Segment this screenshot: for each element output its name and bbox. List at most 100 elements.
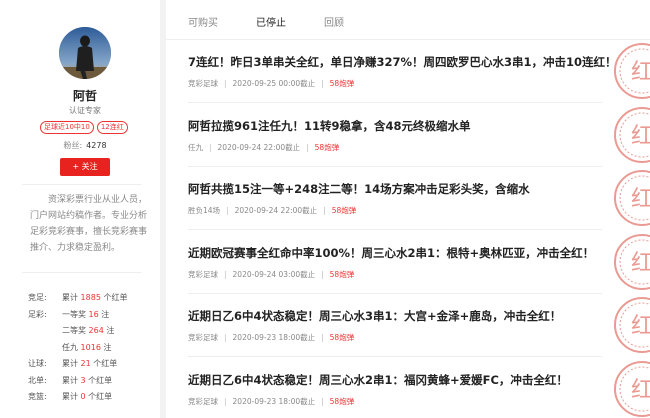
stat-value: 任九 1016 注 bbox=[62, 340, 111, 357]
article-meta: 竞彩足球 | 2020-09-24 03:00截止 | 58炮弹 bbox=[188, 269, 355, 279]
stat-label: 足彩: bbox=[28, 309, 47, 319]
tag-badge: 12连红 bbox=[96, 121, 128, 134]
stat-row: 北单: 累计 3 个红单 bbox=[28, 373, 158, 390]
tag-badge: 足球近10中10 bbox=[40, 121, 94, 134]
stat-prefix: 二等奖 bbox=[62, 326, 89, 335]
article-meta: 胜负14场 | 2020-09-24 22:00截止 | 58炮弹 bbox=[188, 206, 357, 215]
divider bbox=[22, 272, 142, 273]
article-item[interactable]: 近期欧冠赛事全红命中率100%！周三心水2串1：根特+奥林匹亚，冲击全红！ 竞彩足… bbox=[166, 231, 650, 294]
expert-stats: 竞足: 累计 1885 个红单 足彩: 一等奖 16 注二等奖 264 注任九 101… bbox=[28, 290, 158, 406]
article-deadline: 2020-09-25 00:00截止 bbox=[232, 79, 316, 88]
article-price: 58炮弹 bbox=[329, 333, 355, 342]
stat-value: 累计 1885 个红单 bbox=[62, 290, 127, 307]
expert-role: 认证专家 bbox=[69, 106, 101, 115]
article-item[interactable]: 近期日乙6中4状态稳定！周三心水2串1：福冈黄蜂+爱媛FC，冲击全红！ 竞彩足球 |… bbox=[166, 358, 650, 418]
stat-label: 竞足: bbox=[28, 293, 47, 302]
stat-prefix: 累计 bbox=[62, 293, 81, 302]
stat-prefix: 累计 bbox=[62, 392, 81, 401]
stat-value: 一等奖 16 注 bbox=[62, 307, 109, 324]
article-title[interactable]: 阿哲拉揽961注任九！11转9稳拿，含48元终极缩水单 bbox=[188, 118, 471, 134]
article-list-panel: 可购买 已停止 回顾 7连红！昨日3单串关全红，单日净赚327%！周四欧罗巴心水… bbox=[166, 0, 650, 418]
fans-value: 4278 bbox=[86, 141, 107, 150]
red-win-stamp-icon: 红 bbox=[612, 105, 650, 165]
article-price: 58炮弹 bbox=[329, 269, 355, 279]
article-category: 任九 bbox=[188, 142, 203, 152]
stat-row: 任九 1016 注 bbox=[28, 340, 158, 357]
article-price: 58炮弹 bbox=[314, 142, 340, 152]
stamp-text: 红 bbox=[631, 187, 650, 212]
stat-suffix: 注 bbox=[98, 309, 110, 319]
stat-suffix: 注 bbox=[100, 342, 112, 352]
article-category: 竞彩足球 bbox=[188, 269, 218, 279]
stat-suffix: 注 bbox=[103, 326, 115, 335]
red-win-stamp-icon: 红 bbox=[612, 168, 650, 228]
stamp-text: 红 bbox=[631, 124, 650, 149]
tab-review[interactable]: 回顾 bbox=[324, 14, 344, 29]
article-deadline: 2020-09-24 22:00截止 bbox=[234, 206, 318, 215]
tab-stopped[interactable]: 已停止 bbox=[256, 14, 286, 29]
stat-value: 二等奖 264 注 bbox=[62, 323, 114, 340]
stat-row: 二等奖 264 注 bbox=[28, 323, 158, 340]
stat-row: 足彩: 一等奖 16 注 bbox=[28, 307, 158, 324]
stat-number: 16 bbox=[88, 309, 99, 319]
stat-suffix: 个红单 bbox=[100, 293, 128, 302]
article-category: 竞彩足球 bbox=[188, 333, 218, 342]
article-meta: 竞彩足球 | 2020-09-23 18:00截止 | 58炮弹 bbox=[188, 396, 355, 406]
article-price: 58炮弹 bbox=[331, 206, 357, 215]
red-win-stamp-icon: 红 bbox=[612, 359, 650, 418]
fans-label: 粉丝: bbox=[63, 141, 83, 150]
follow-button[interactable]: + 关注 bbox=[60, 158, 110, 176]
article-item[interactable]: 近期日乙6中4状态稳定！周三心水3串1：大宫+金泽+鹿岛，冲击全红！ 竞彩足球 | 2… bbox=[166, 294, 650, 357]
article-category: 竞彩足球 bbox=[188, 79, 218, 88]
stat-value: 累计 3 个红单 bbox=[62, 373, 112, 390]
stat-row: 让球: 累计 21 个红单 bbox=[28, 356, 158, 373]
article-category: 竞彩足球 bbox=[188, 396, 218, 406]
article-item[interactable]: 阿哲共揽15注一等+248注二等！14场方案冲击足彩头奖，含缩水胜负14场 | 20… bbox=[166, 167, 650, 230]
article-item[interactable]: 阿哲拉揽961注任九！11转9稳拿，含48元终极缩水单任九 | 2020-09-24… bbox=[166, 104, 650, 167]
expert-sidebar: 阿哲 认证专家 足球近10中10 12连红 粉丝: 4278 + 关注 资深彩票行… bbox=[0, 0, 160, 418]
stat-prefix: 累计 bbox=[62, 375, 81, 385]
stat-row: 竞足: 累计 1885 个红单 bbox=[28, 290, 158, 307]
article-title[interactable]: 近期日乙6中4状态稳定！周三心水3串1：大宫+金泽+鹿岛，冲击全红！ bbox=[188, 308, 561, 324]
stat-suffix: 个红单 bbox=[85, 392, 113, 401]
tab-bar: 可购买 已停止 回顾 bbox=[166, 0, 650, 40]
stat-number: 1885 bbox=[80, 293, 101, 302]
article-deadline: 2020-09-23 18:00截止 bbox=[232, 396, 316, 406]
stat-prefix: 累计 bbox=[62, 359, 81, 368]
stat-value: 累计 21 个红单 bbox=[62, 356, 117, 373]
article-deadline: 2020-09-24 03:00截止 bbox=[232, 269, 316, 279]
article-deadline: 2020-09-24 22:00截止 bbox=[217, 142, 301, 152]
stat-value: 累计 0 个红单 bbox=[62, 389, 112, 406]
stat-label: 北单: bbox=[28, 375, 47, 385]
article-title[interactable]: 阿哲共揽15注一等+248注二等！14场方案冲击足彩头奖，含缩水 bbox=[188, 181, 530, 197]
article-category: 胜负14场 bbox=[188, 206, 221, 215]
stat-number: 264 bbox=[88, 326, 104, 335]
article-deadline: 2020-09-23 18:00截止 bbox=[232, 333, 316, 342]
article-item[interactable]: 7连红！昨日3单串关全红，单日净赚327%！周四欧罗巴心水3串1，冲击10连红！… bbox=[166, 40, 650, 103]
stat-label: 竞篮: bbox=[28, 392, 47, 401]
stamp-text: 红 bbox=[631, 378, 650, 403]
article-title[interactable]: 7连红！昨日3单串关全红，单日净赚327%！周四欧罗巴心水3串1，冲击10连红！ bbox=[188, 54, 617, 70]
red-win-stamp-icon: 红 bbox=[612, 232, 650, 292]
red-win-stamp-icon: 红 bbox=[612, 41, 650, 101]
avatar[interactable] bbox=[59, 27, 111, 79]
stat-number: 21 bbox=[80, 359, 91, 368]
article-title[interactable]: 近期日乙6中4状态稳定！周三心水2串1：福冈黄蜂+爱媛FC，冲击全红！ bbox=[188, 372, 568, 388]
article-price: 58炮弹 bbox=[329, 396, 355, 406]
tab-purchasable[interactable]: 可购买 bbox=[188, 14, 218, 29]
divider bbox=[22, 184, 142, 185]
article-meta: 竞彩足球 | 2020-09-25 00:00截止 | 58炮弹 bbox=[188, 79, 355, 88]
stat-prefix: 任九 bbox=[62, 342, 81, 352]
article-price: 58炮弹 bbox=[329, 79, 355, 88]
stamp-text: 红 bbox=[631, 314, 650, 339]
stamp-text: 红 bbox=[631, 60, 650, 85]
article-meta: 竞彩足球 | 2020-09-23 18:00截止 | 58炮弹 bbox=[188, 333, 355, 342]
stat-suffix: 个红单 bbox=[90, 359, 118, 368]
stat-row: 竞篮: 累计 0 个红单 bbox=[28, 389, 158, 406]
article-meta: 任九 | 2020-09-24 22:00截止 | 58炮弹 bbox=[188, 142, 340, 152]
expert-tags: 足球近10中10 12连红 bbox=[40, 121, 128, 134]
article-title[interactable]: 近期欧冠赛事全红命中率100%！周三心水2串1：根特+奥林匹亚，冲击全红！ bbox=[188, 245, 594, 261]
expert-name: 阿哲 bbox=[72, 89, 97, 103]
stat-number: 1016 bbox=[80, 342, 101, 352]
stamp-text: 红 bbox=[631, 251, 650, 276]
